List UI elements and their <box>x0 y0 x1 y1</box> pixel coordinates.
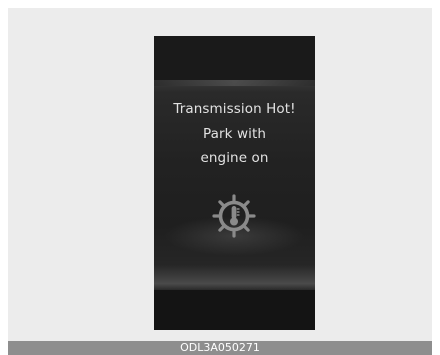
cluster-display: Transmission Hot! Park with engine on <box>154 36 315 330</box>
display-bottom-band <box>154 290 315 330</box>
transmission-temperature-gear-icon <box>211 193 257 239</box>
display-top-band <box>154 36 315 82</box>
warning-message-line2: engine on <box>200 150 269 166</box>
warning-message-line1: Park with <box>202 126 266 142</box>
figure-caption-bar: ODL3A050271 <box>8 341 432 355</box>
figure-code: ODL3A050271 <box>180 341 260 354</box>
warning-title: Transmission Hot! <box>173 101 296 117</box>
